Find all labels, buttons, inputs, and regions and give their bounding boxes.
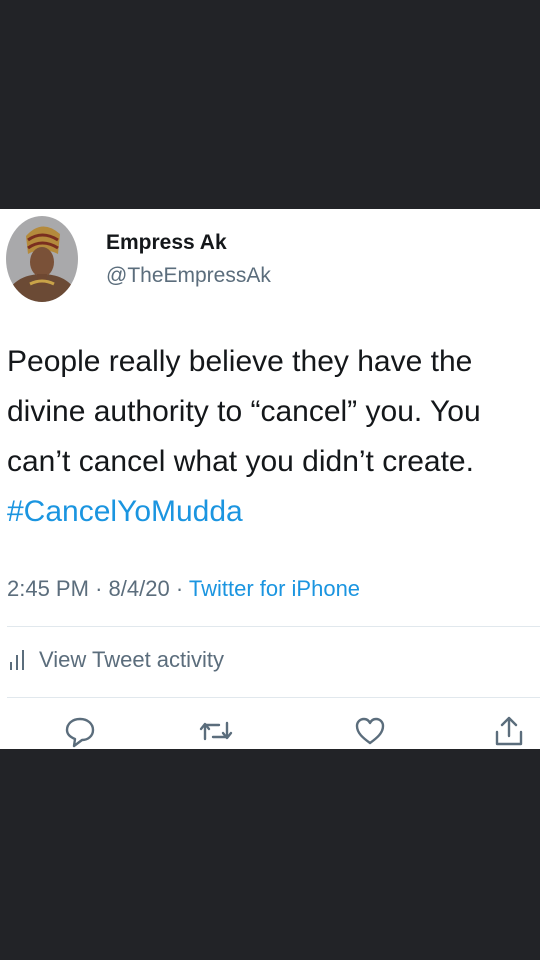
divider: [7, 626, 540, 627]
tweet-source-link[interactable]: Twitter for iPhone: [189, 576, 360, 601]
divider: [7, 697, 540, 698]
user-handle[interactable]: @TheEmpressAk: [106, 264, 271, 288]
avatar-image: [6, 216, 78, 302]
top-dark-band: [0, 0, 540, 209]
view-tweet-activity-button[interactable]: View Tweet activity: [7, 647, 224, 673]
hashtag-link[interactable]: #CancelYoMudda: [7, 487, 540, 537]
retweet-icon[interactable]: [199, 714, 233, 748]
tweet-text-line: can’t cancel what you didn’t create.: [7, 445, 474, 478]
display-name[interactable]: Empress Ak: [106, 231, 227, 255]
tweet-date: 8/4/20: [108, 576, 170, 601]
tweet-text-line: People really believe they have the: [7, 345, 473, 378]
activity-bars-icon: [10, 650, 24, 670]
tweet-text-line: divine authority to “cancel” you. You: [7, 395, 481, 428]
like-icon[interactable]: [353, 714, 387, 748]
tweet-text: People really believe they have the divi…: [7, 337, 540, 537]
meta-separator: ·: [175, 576, 184, 601]
bottom-dark-band: [0, 749, 540, 960]
tweet-meta: 2:45 PM · 8/4/20 · Twitter for iPhone: [7, 576, 360, 602]
tweet-card: Empress Ak @TheEmpressAk People really b…: [0, 209, 540, 749]
meta-separator: ·: [95, 576, 103, 601]
activity-label: View Tweet activity: [39, 647, 225, 672]
tweet-time: 2:45 PM: [7, 576, 89, 601]
share-icon[interactable]: [492, 714, 526, 748]
reply-icon[interactable]: [63, 714, 97, 748]
avatar[interactable]: [6, 216, 78, 302]
